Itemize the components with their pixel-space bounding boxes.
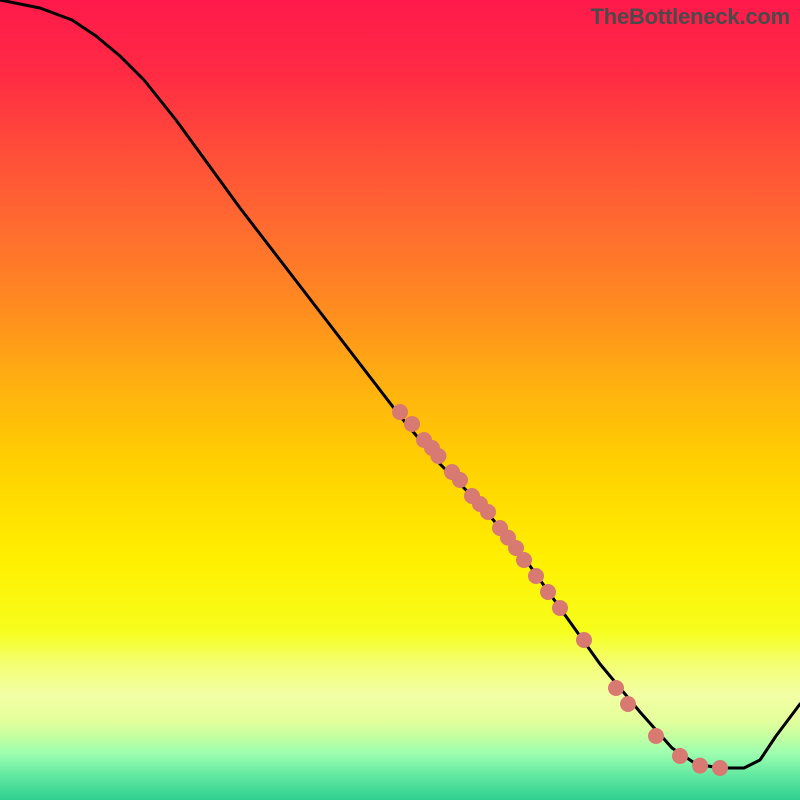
chart-container: TheBottleneck.com <box>0 0 800 800</box>
data-marker <box>404 416 420 432</box>
data-marker <box>576 632 592 648</box>
bottleneck-curve <box>0 0 800 768</box>
data-marker <box>452 472 468 488</box>
chart-overlay <box>0 0 800 800</box>
data-marker <box>712 760 728 776</box>
marker-group <box>392 404 728 776</box>
data-marker <box>430 448 446 464</box>
data-marker <box>552 600 568 616</box>
data-marker <box>528 568 544 584</box>
data-marker <box>620 696 636 712</box>
data-marker <box>648 728 664 744</box>
data-marker <box>540 584 556 600</box>
data-marker <box>516 552 532 568</box>
watermark-text: TheBottleneck.com <box>590 4 790 30</box>
data-marker <box>608 680 624 696</box>
data-marker <box>392 404 408 420</box>
data-marker <box>672 748 688 764</box>
data-marker <box>692 758 708 774</box>
data-marker <box>480 504 496 520</box>
